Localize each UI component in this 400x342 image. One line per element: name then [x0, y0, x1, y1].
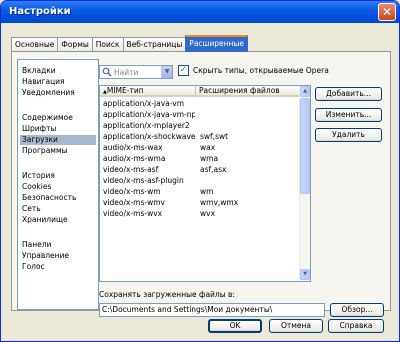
mime-type-table[interactable]: ▲MIME-тип Расширения файлов application/…: [99, 85, 311, 282]
cancel-button[interactable]: Отмена: [269, 319, 323, 333]
table-row[interactable]: video/x-ms-wm wm: [100, 187, 299, 197]
tab-webpages[interactable]: Веб-страницы: [122, 37, 187, 51]
download-path-field[interactable]: C:\Documents and Settings\Мои документы\: [99, 303, 325, 317]
sidebar-item-history[interactable]: История: [20, 171, 96, 181]
tab-advanced[interactable]: Расширенные: [185, 35, 248, 52]
tab-strip: Основные Формы Поиск Веб-страницы Расшир…: [11, 35, 248, 52]
sidebar-item-downloads[interactable]: Загрузки: [20, 135, 96, 145]
sidebar-item-security[interactable]: Безопасность: [20, 193, 96, 203]
sidebar-item-notifications[interactable]: Уведомления: [20, 88, 96, 98]
table-row[interactable]: application/x-java-vm: [100, 99, 299, 109]
table-row[interactable]: audio/x-ms-wma wma: [100, 154, 299, 164]
scroll-down-icon[interactable]: ▼: [300, 269, 310, 280]
tab-search[interactable]: Поиск: [91, 37, 124, 51]
window-title: Настройки: [9, 6, 71, 17]
table-row[interactable]: application/x-java-vm-np...: [100, 110, 299, 120]
settings-window: Настройки ✕ Основные Формы Поиск Веб-стр…: [0, 0, 400, 342]
hide-types-checkbox[interactable]: ✓: [178, 65, 189, 76]
table-row[interactable]: application/x-mplayer2: [100, 121, 299, 131]
sidebar-item-fonts[interactable]: Шрифты: [20, 124, 96, 134]
search-placeholder: Найти: [114, 68, 139, 77]
sidebar-item-network[interactable]: Сеть: [20, 204, 96, 214]
search-icon: [102, 67, 112, 77]
sidebar-item-storage[interactable]: Хранилище: [20, 215, 96, 225]
advanced-panel: Вкладки Навигация Уведомления Содержимое…: [11, 51, 391, 317]
category-list: Вкладки Навигация Уведомления Содержимое…: [17, 59, 99, 310]
hide-types-label: Скрыть типы, открываемые Opera: [193, 66, 329, 75]
table-row[interactable]: audio/x-ms-wax wax: [100, 143, 299, 153]
ok-button[interactable]: OK: [208, 319, 262, 333]
add-button[interactable]: Добавить...: [315, 87, 382, 101]
sidebar-item-programs[interactable]: Программы: [20, 146, 96, 156]
table-row[interactable]: video/x-ms-wvx wvx: [100, 209, 299, 219]
save-location-label: Сохранять загруженные файлы в:: [99, 290, 235, 299]
close-icon[interactable]: ✕: [378, 3, 396, 21]
delete-button[interactable]: Удалить: [315, 128, 382, 142]
browse-button[interactable]: Обзор...: [330, 303, 384, 317]
column-header-mime-type[interactable]: ▲MIME-тип: [100, 86, 196, 97]
vertical-scrollbar[interactable]: ▲ ▼: [299, 86, 310, 281]
scroll-up-icon[interactable]: ▲: [300, 86, 310, 97]
table-row[interactable]: video/x-ms-asf-plugin: [100, 176, 299, 186]
sidebar-item-cookies[interactable]: Cookies: [20, 182, 96, 192]
tab-basic[interactable]: Основные: [11, 37, 59, 51]
table-row[interactable]: video/x-ms-wmv wmv,wmx: [100, 198, 299, 208]
sidebar-item-voice[interactable]: Голос: [20, 262, 96, 272]
tab-forms[interactable]: Формы: [57, 37, 93, 51]
sidebar-item-content[interactable]: Содержимое: [20, 113, 96, 123]
scrollbar-thumb[interactable]: [300, 98, 310, 194]
sidebar-item-management[interactable]: Управление: [20, 251, 96, 261]
chevron-down-icon[interactable]: ▼: [161, 66, 172, 78]
title-bar[interactable]: Настройки ✕: [1, 1, 399, 23]
sidebar-item-navigation[interactable]: Навигация: [20, 77, 96, 87]
table-row[interactable]: video/x-ms-asf asf,asx: [100, 165, 299, 175]
sidebar-item-tabs[interactable]: Вкладки: [20, 66, 96, 76]
sidebar-item-toolbars[interactable]: Панели: [20, 240, 96, 250]
help-button[interactable]: Справка: [328, 319, 384, 333]
column-header-extensions[interactable]: Расширения файлов: [196, 86, 300, 97]
table-row[interactable]: application/x-shockwave-...swf,swt: [100, 132, 299, 142]
mime-search-input[interactable]: Найти ▼: [99, 65, 173, 79]
edit-button[interactable]: Изменить...: [315, 108, 382, 122]
